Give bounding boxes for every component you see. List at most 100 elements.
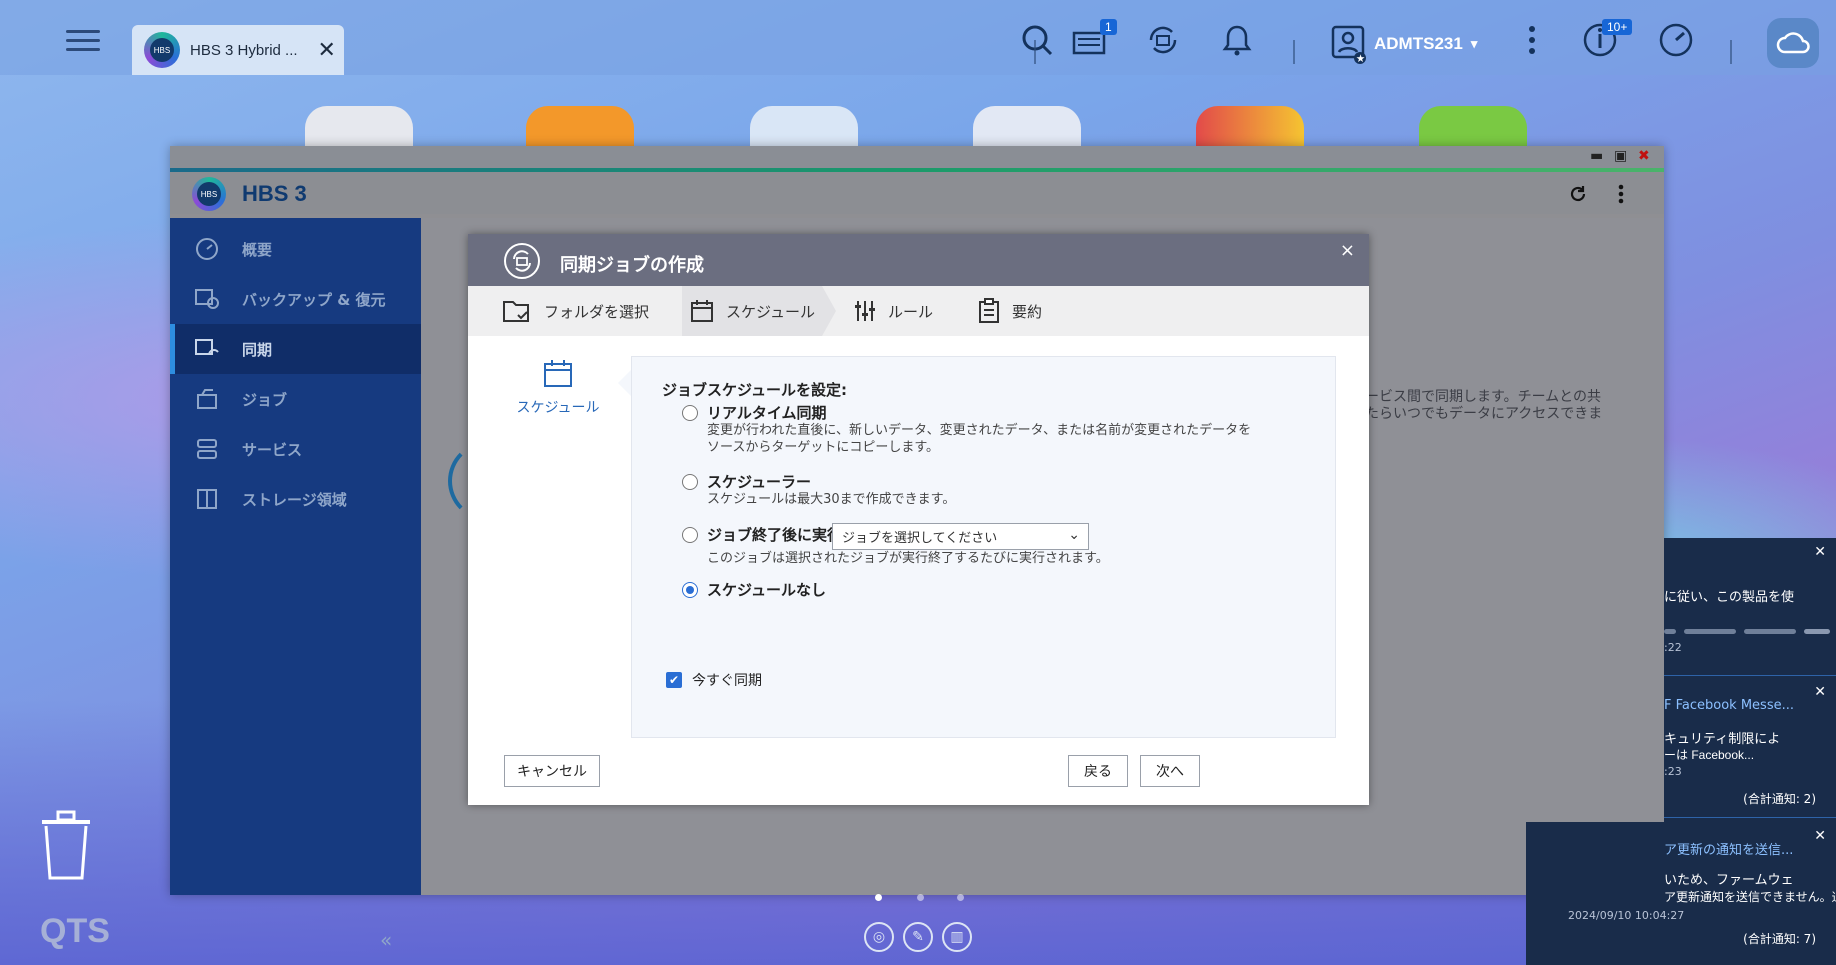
step-select-folder[interactable]: フォルダを選択 (502, 286, 682, 336)
sidebar-item-sync[interactable]: 同期 (170, 324, 421, 374)
panel-pointer (618, 369, 632, 397)
maximize-icon[interactable]: ▣ (1614, 148, 1627, 164)
refresh-icon[interactable] (1568, 184, 1588, 204)
more-options-icon[interactable] (1512, 20, 1552, 60)
collapse-sidebar-icon[interactable]: « (380, 928, 392, 952)
create-sync-job-dialog: 同期ジョブの作成 × フォルダを選択 スケジュール ルール 要約 スケジュール … (468, 234, 1369, 805)
gauge-icon (194, 237, 220, 261)
sidebar-item-label: ストレージ領域 (242, 490, 347, 509)
progress-segment (1804, 629, 1830, 634)
close-dialog-icon[interactable]: × (1340, 240, 1355, 261)
wizard-steps: フォルダを選択 スケジュール ルール 要約 (468, 286, 1369, 336)
minimize-icon[interactable]: ▬ (1590, 148, 1603, 164)
step-schedule[interactable]: スケジュール (682, 286, 822, 336)
checkmark-icon[interactable]: ✔ (666, 672, 682, 688)
app-tab-title: HBS 3 Hybrid ... (190, 41, 298, 59)
hbs3-logo-icon: HBS (144, 32, 180, 68)
realtime-sync-option[interactable]: リアルタイム同期 (682, 402, 827, 423)
dashboard-dock-icon[interactable]: ◎ (864, 922, 894, 952)
notification-title-link[interactable]: ア更新の通知を送信... (1664, 839, 1793, 858)
panel-title: ジョブスケジュールを設定: (662, 381, 847, 399)
tools-dock-icon[interactable]: ✎ (903, 922, 933, 952)
back-button[interactable]: 戻る (1068, 755, 1128, 787)
desktop-page-dot[interactable] (957, 894, 964, 901)
folder-select-icon (503, 301, 529, 322)
sidebar-item-jobs[interactable]: ジョブ (170, 374, 421, 424)
sidebar-item-label: ジョブ (242, 390, 288, 409)
notification-card[interactable]: ✕ ア更新の通知を送信... いため、ファームウェ ア更新通知を送信できません。… (1526, 822, 1836, 965)
sidebar-item-storage-spaces[interactable]: ストレージ領域 (170, 474, 421, 524)
sidebar-item-label: 同期 (242, 340, 273, 359)
search-icon[interactable] (1017, 20, 1057, 60)
notification-card[interactable]: ✕ に従い、この製品を使 :22 (1664, 538, 1836, 676)
chevron-down-icon: ▾ (1470, 36, 1478, 51)
notification-card[interactable]: ✕ F Facebook Messe... キュリティ制限によ ーは Faceb… (1664, 680, 1836, 818)
step-label: スケジュール (726, 302, 815, 321)
step-rules[interactable]: ルール (854, 286, 954, 336)
sidebar-item-overview[interactable]: 概要 (170, 224, 421, 274)
sync-status-icon[interactable] (1143, 20, 1183, 60)
next-button[interactable]: 次へ (1140, 755, 1200, 787)
option-label: リアルタイム同期 (707, 404, 827, 422)
current-step-label: スケジュール (516, 400, 600, 416)
app-header: HBS HBS 3 (170, 172, 1664, 214)
no-schedule-option[interactable]: スケジュールなし (682, 579, 826, 600)
sync-now-label: 今すぐ同期 (692, 673, 762, 689)
close-notification-icon[interactable]: ✕ (1814, 684, 1826, 700)
app-grid-dock-icon[interactable]: ▥ (942, 922, 972, 952)
sync-now-checkbox[interactable]: ✔ 今すぐ同期 (666, 670, 762, 690)
sidebar-item-backup-restore[interactable]: バックアップ & 復元 (170, 274, 421, 324)
user-menu[interactable]: ★ ADMTS231 ▾ (1330, 24, 1477, 64)
app-tab-hbs3[interactable]: HBS HBS 3 Hybrid ... ✕ (132, 25, 344, 75)
realtime-sync-radio[interactable] (682, 404, 698, 421)
backup-restore-icon (194, 287, 220, 311)
step-summary[interactable]: 要約 (978, 286, 1078, 336)
notification-text: ア更新通知を送信できません。通知... (1664, 890, 1836, 904)
window-titlebar[interactable]: ▬ ▣ ✖ (170, 146, 1664, 168)
dialog-header: 同期ジョブの作成 × (468, 234, 1369, 286)
app-center-icon[interactable] (1196, 106, 1304, 146)
myqnapcloud-app-icon[interactable] (973, 106, 1081, 146)
desktop-page-dot[interactable] (875, 894, 882, 901)
scheduler-radio[interactable] (682, 473, 698, 490)
sidebar-item-label: バックアップ & 復元 (242, 290, 386, 309)
close-notification-icon[interactable]: ✕ (1814, 544, 1826, 560)
notification-total: (合計通知: 2) (1743, 792, 1816, 806)
clipboard-icon (979, 298, 999, 323)
sidebar-item-services[interactable]: サービス (170, 424, 421, 474)
resource-monitor-icon[interactable] (1656, 20, 1696, 60)
close-tab-icon[interactable]: ✕ (318, 38, 336, 63)
current-step-indicator: スケジュール (508, 359, 608, 417)
storage-snapshots-icon[interactable] (750, 106, 858, 146)
notification-time: :22 (1664, 641, 1682, 654)
progress-segment (1664, 629, 1676, 634)
close-notification-icon[interactable]: ✕ (1814, 828, 1826, 844)
desktop-page-dot[interactable] (917, 894, 924, 901)
helpdesk-icon[interactable] (1419, 106, 1527, 146)
recycle-bin-icon[interactable] (38, 806, 94, 882)
scheduler-option[interactable]: スケジューラー (682, 471, 811, 492)
file-station-icon[interactable] (526, 106, 634, 146)
main-menu-icon[interactable] (66, 24, 100, 62)
notification-time: :23 (1664, 765, 1682, 778)
control-panel-icon[interactable] (305, 106, 413, 146)
sidebar: 概要 バックアップ & 復元 同期 ジョブ サービス ストレージ領域 « (170, 218, 421, 952)
job-icon (194, 387, 220, 411)
task-count-badge: 1 (1100, 19, 1117, 35)
qts-brand-label: QTS (40, 912, 110, 950)
option-label: スケジュールなし (707, 581, 826, 599)
cancel-button[interactable]: キャンセル (504, 755, 600, 787)
after-job-option[interactable]: ジョブ終了後に実行: (682, 524, 848, 545)
sync-job-icon (504, 243, 540, 279)
close-window-icon[interactable]: ✖ (1638, 148, 1650, 164)
bell-icon[interactable] (1217, 20, 1257, 60)
no-schedule-radio[interactable] (682, 581, 698, 598)
app-title: HBS 3 (242, 181, 307, 206)
more-options-icon[interactable] (1618, 184, 1624, 204)
progress-segment (1744, 629, 1796, 634)
notification-title-link[interactable]: F Facebook Messe... (1664, 698, 1794, 713)
job-select-dropdown[interactable]: ジョブを選択してください ⌄ (832, 523, 1089, 550)
myqnapcloud-icon[interactable] (1767, 18, 1819, 68)
after-job-radio[interactable] (682, 526, 698, 543)
progress-segment (1684, 629, 1736, 634)
